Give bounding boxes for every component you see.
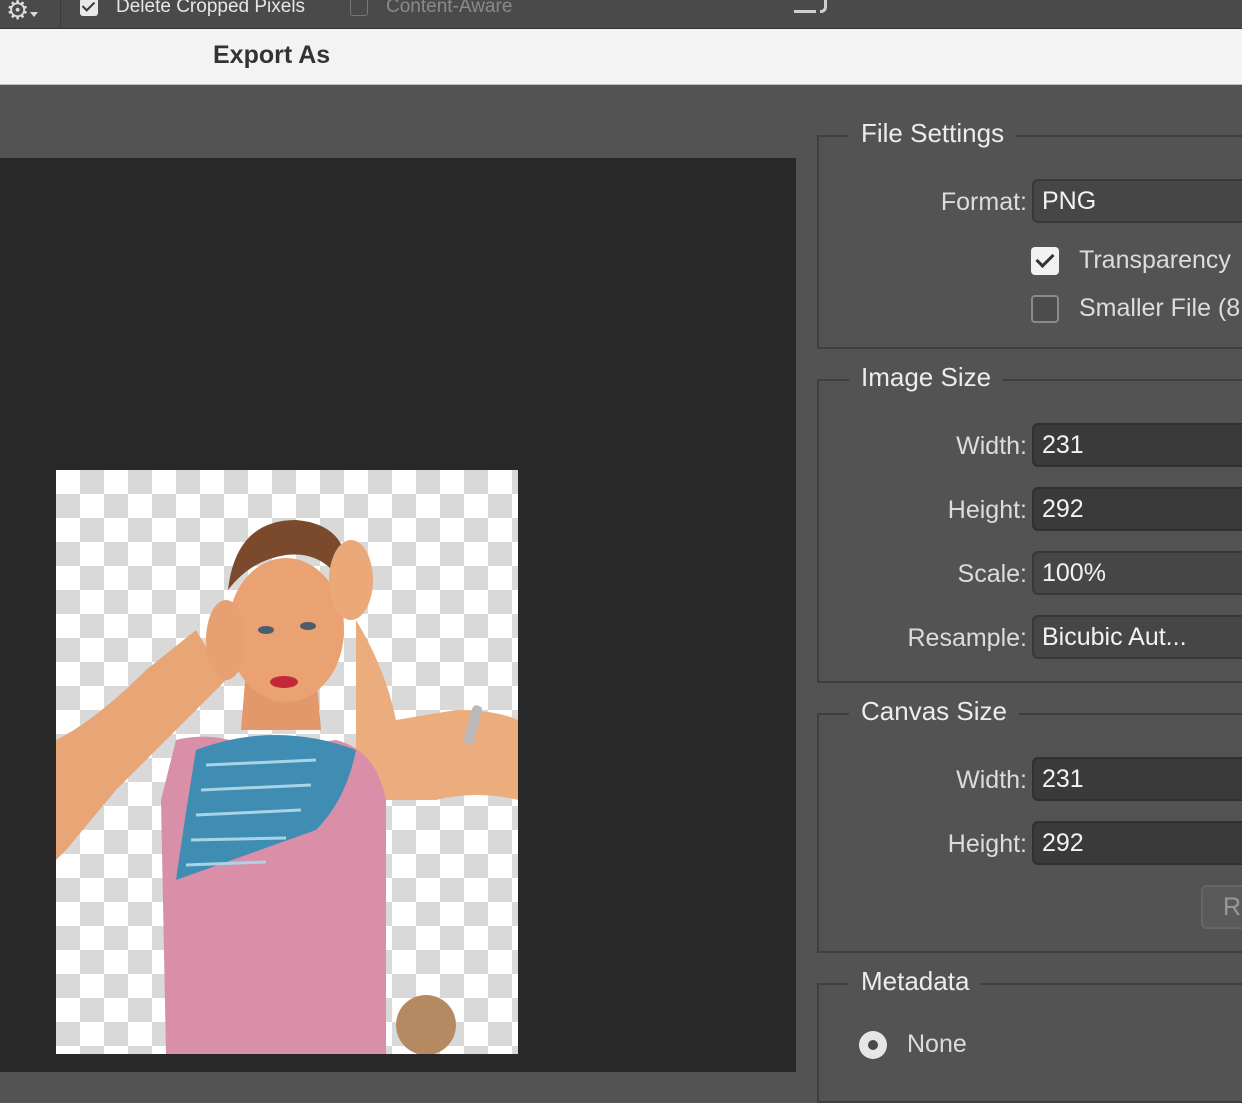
straighten-icon[interactable]	[792, 0, 827, 16]
file-settings-legend: File Settings	[849, 117, 1017, 149]
metadata-legend: Metadata	[849, 965, 982, 997]
preview-image	[56, 470, 518, 1054]
image-height-input[interactable]: 292	[1032, 487, 1242, 531]
dialog-titlebar: Export As	[0, 29, 1242, 85]
dialog-title: Export As	[213, 41, 331, 69]
reset-button[interactable]: Re	[1201, 885, 1242, 929]
divider	[60, 0, 61, 28]
content-aware-label[interactable]: Content-Aware	[386, 0, 512, 18]
smaller-file-label[interactable]: Smaller File (8	[1079, 293, 1240, 323]
resample-label: Resample:	[907, 624, 1028, 652]
transparency-label[interactable]: Transparency	[1079, 245, 1231, 275]
scale-select[interactable]: 100%	[1032, 551, 1242, 595]
right-hand	[329, 540, 373, 620]
smaller-file-checkbox[interactable]	[1031, 295, 1059, 323]
resample-select[interactable]: Bicubic Aut...	[1032, 615, 1242, 659]
image-height-label: Height:	[947, 496, 1027, 524]
options-bar: ⚙ Delete Cropped Pixels Content-Aware	[0, 0, 1242, 29]
chevron-down-icon[interactable]	[30, 12, 38, 17]
scale-label: Scale:	[957, 560, 1027, 588]
canvas-height-label: Height:	[947, 830, 1027, 858]
image-size-legend: Image Size	[849, 361, 1004, 393]
canvas-height-input[interactable]: 292	[1032, 821, 1242, 865]
format-label: Format:	[940, 188, 1027, 216]
file-settings-group: File Settings Format: PNG Transparency S…	[817, 117, 1242, 349]
metadata-none-label[interactable]: None	[907, 1029, 967, 1059]
format-select[interactable]: PNG	[1032, 179, 1242, 223]
image-width-input[interactable]: 231	[1032, 423, 1242, 467]
left-hand	[206, 600, 246, 680]
delete-cropped-label[interactable]: Delete Cropped Pixels	[116, 0, 305, 18]
transparency-checkbox[interactable]	[1031, 247, 1059, 275]
canvas-width-label: Width:	[956, 766, 1027, 794]
metadata-group: Metadata None	[817, 965, 1242, 1103]
image-width-label: Width:	[956, 432, 1027, 460]
resample-value: Bicubic Aut...	[1042, 623, 1187, 651]
metadata-none-radio[interactable]	[859, 1031, 887, 1059]
canvas-size-group: Canvas Size Width: 231 Height: 292 Re	[817, 695, 1242, 953]
preview-header	[0, 85, 796, 158]
canvas-size-legend: Canvas Size	[849, 695, 1019, 727]
delete-cropped-checkbox[interactable]	[80, 0, 98, 16]
canvas-width-input[interactable]: 231	[1032, 757, 1242, 801]
right-arm	[356, 620, 518, 800]
scale-value: 100%	[1042, 559, 1106, 587]
format-value: PNG	[1042, 187, 1097, 215]
settings-panel: File Settings Format: PNG Transparency S…	[796, 85, 1242, 1103]
cutout-figure	[56, 520, 518, 1054]
content-aware-checkbox[interactable]	[350, 0, 368, 16]
image-size-group: Image Size Width: 231 Height: 292 Scale:…	[817, 361, 1242, 683]
